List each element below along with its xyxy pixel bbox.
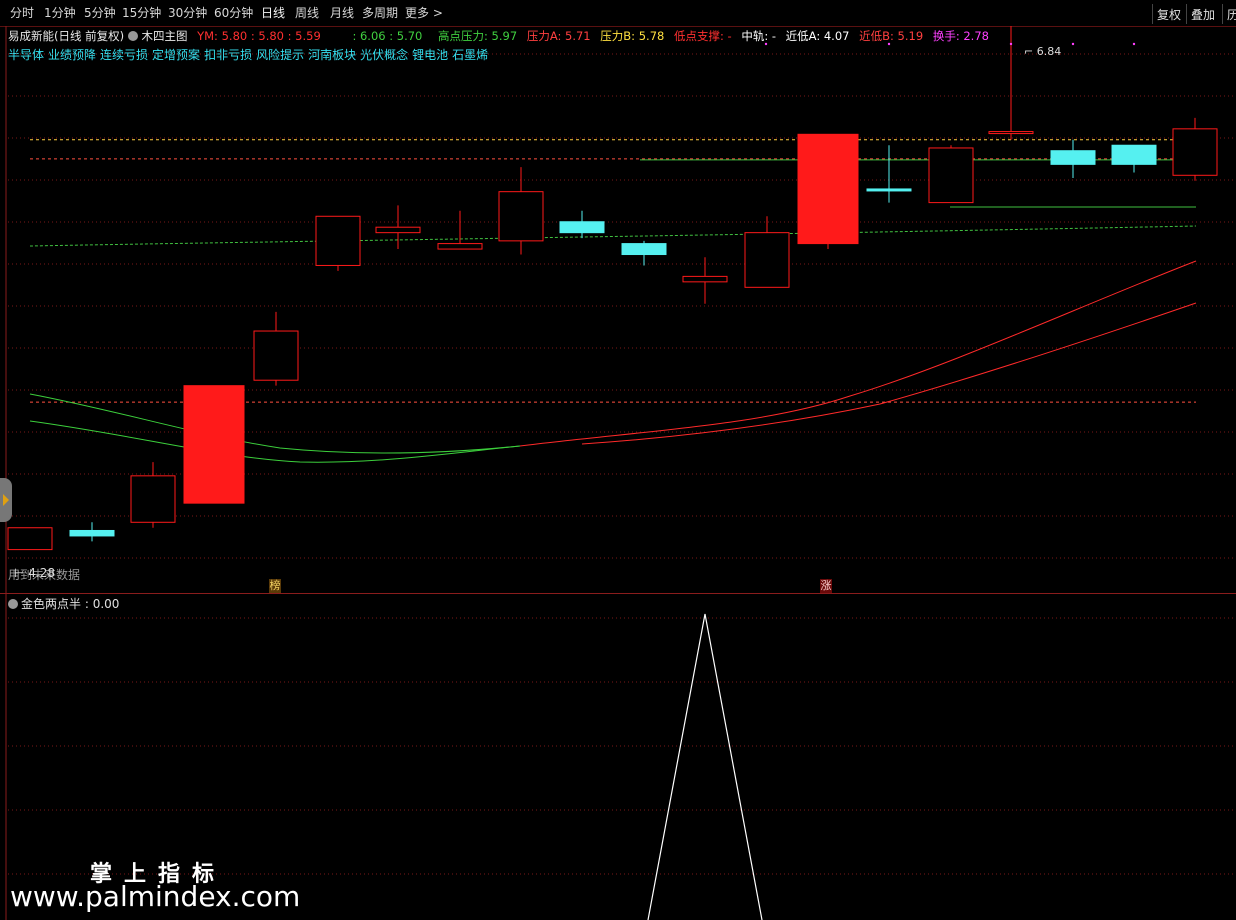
ma-red-1 bbox=[519, 260, 1197, 447]
period-toolbar: 分时 1分钟 5分钟 15分钟 30分钟 60分钟 日线 周线 月线 多周期 更多 > 复权 叠加 … bbox=[0, 0, 1236, 27]
low-price-label: ⊢ 4.28 bbox=[14, 566, 55, 580]
candle-body bbox=[498, 191, 544, 242]
ma-green-2 bbox=[29, 420, 521, 463]
candle-body bbox=[315, 215, 361, 266]
side-expand-tab[interactable] bbox=[0, 478, 12, 522]
period-tab-4[interactable]: 30分钟 bbox=[168, 0, 207, 23]
candle-body bbox=[1111, 144, 1157, 165]
main-chart-panel[interactable] bbox=[0, 26, 1236, 594]
high-pressure-line bbox=[29, 225, 1197, 247]
candle-body bbox=[682, 275, 728, 283]
candle-body bbox=[375, 226, 421, 234]
candle-body bbox=[130, 475, 176, 523]
period-tab-2[interactable]: 5分钟 bbox=[84, 0, 116, 23]
candle-body bbox=[183, 385, 245, 504]
candle-body bbox=[1050, 150, 1096, 165]
candle-body bbox=[797, 133, 859, 245]
high-price-label: ⌐ 6.84 bbox=[1024, 45, 1062, 58]
candle-body bbox=[1172, 128, 1218, 176]
period-tab-1[interactable]: 1分钟 bbox=[44, 0, 76, 23]
candle-body bbox=[7, 527, 53, 551]
ma-red-2 bbox=[581, 302, 1197, 445]
candle-body bbox=[559, 221, 605, 234]
candle-body bbox=[866, 188, 912, 192]
candle-body bbox=[69, 529, 115, 537]
signal-dot bbox=[1009, 42, 1013, 46]
candle-body bbox=[988, 131, 1034, 135]
event-marker-limit-up[interactable]: 涨 bbox=[820, 579, 832, 593]
event-marker-list[interactable]: 榜 bbox=[269, 579, 281, 593]
history-button[interactable]: 历 bbox=[1222, 4, 1236, 24]
ma-green-1 bbox=[29, 393, 521, 454]
restore-rights-button[interactable]: 复权 bbox=[1152, 4, 1185, 24]
signal-dot bbox=[764, 42, 768, 46]
candle-body bbox=[437, 243, 483, 250]
signal-dot bbox=[1132, 42, 1136, 46]
period-tab-0[interactable]: 分时 bbox=[10, 0, 34, 23]
period-tab-3[interactable]: 15分钟 bbox=[122, 0, 161, 23]
period-tab-6[interactable]: 日线 bbox=[261, 0, 285, 23]
candle-body bbox=[253, 330, 299, 381]
candlestick-chart[interactable] bbox=[0, 26, 1236, 594]
overlay-button[interactable]: 叠加 bbox=[1186, 4, 1219, 24]
period-tab-7[interactable]: 周线 bbox=[295, 0, 319, 23]
signal-dot bbox=[1071, 42, 1075, 46]
watermark-url: www.palmindex.com bbox=[10, 880, 301, 913]
candle-body bbox=[928, 147, 974, 204]
signal-dot bbox=[887, 42, 891, 46]
period-tab-5[interactable]: 60分钟 bbox=[214, 0, 253, 23]
candle-body bbox=[744, 232, 790, 288]
period-tab-8[interactable]: 月线 bbox=[330, 0, 354, 23]
period-tab-9[interactable]: 多周期 bbox=[362, 0, 398, 23]
candle-body bbox=[621, 243, 667, 256]
period-tab-10[interactable]: 更多 > bbox=[405, 0, 443, 23]
